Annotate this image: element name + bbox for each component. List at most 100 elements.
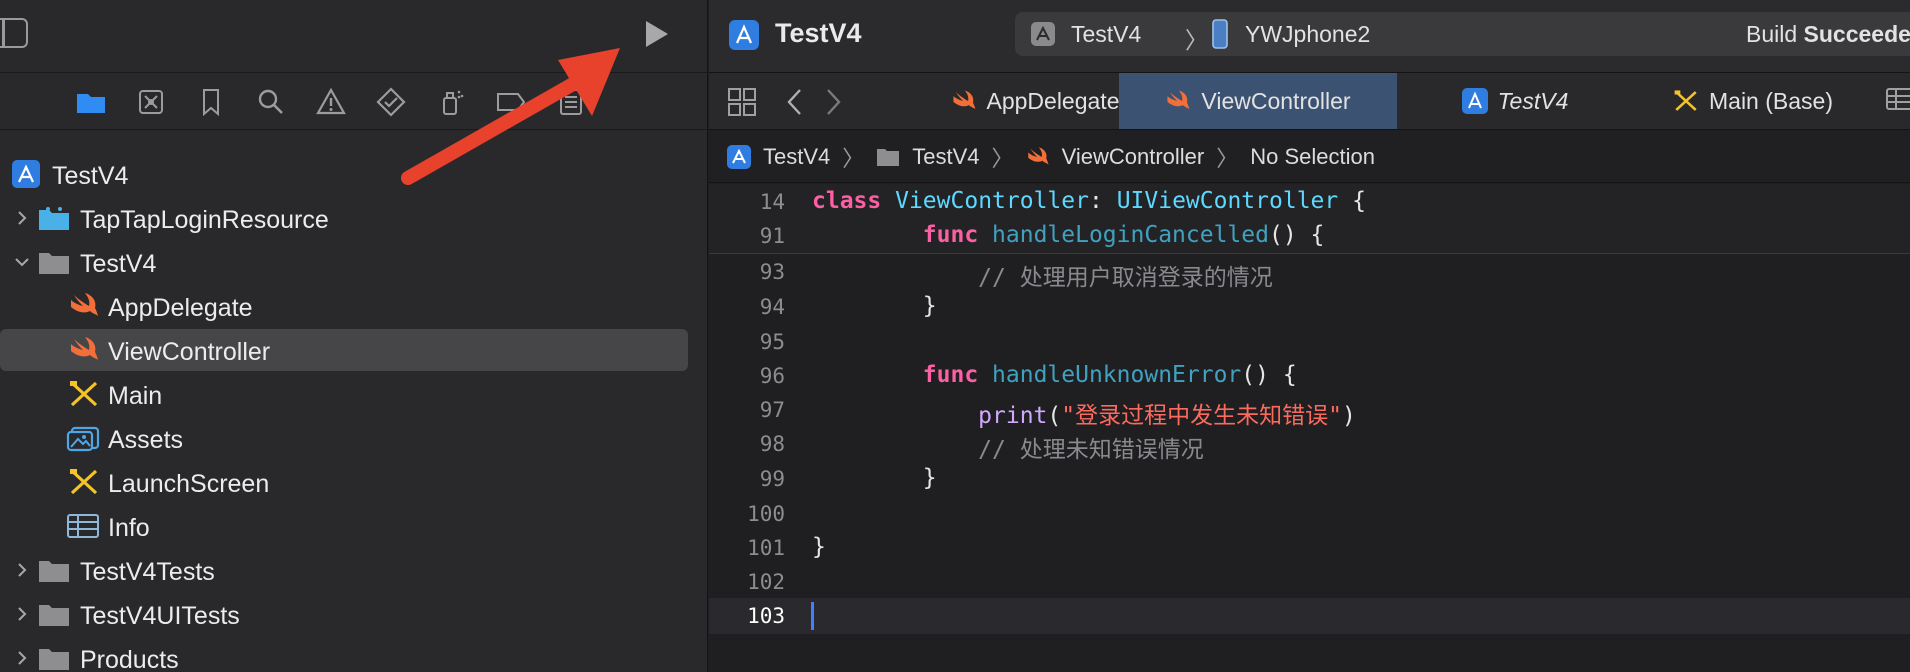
source-editor[interactable]: 14 class ViewController: UIViewControlle… [709,184,1910,672]
bookmark-icon[interactable] [194,85,228,119]
tab-label: AppDelegate [986,87,1120,114]
report-list-icon[interactable] [554,85,588,119]
breadcrumb-file[interactable]: ViewController [1026,144,1204,170]
tab-testv4-project[interactable]: TestV4 [1397,73,1633,129]
storyboard-icon [68,380,100,408]
line-number: 98 [759,432,785,456]
tree-item-label: LaunchScreen [108,470,270,498]
breadcrumb-separator: 〉 [1216,145,1239,171]
chevron-right-icon[interactable] [14,650,30,666]
chevron-right-icon[interactable] [14,606,30,622]
tree-item-appdelegate[interactable]: AppDelegate [0,284,708,328]
chevron-right-icon[interactable] [14,210,30,226]
build-status-prefix: Build [1746,21,1804,47]
search-icon[interactable] [254,85,288,119]
scheme-app-icon[interactable] [1031,22,1055,46]
iphone-device-icon [1211,18,1229,50]
swift-icon [951,88,977,114]
code-line: 99 } [709,461,1910,497]
code-line: 96 func handleUnknownError() { [709,358,1910,394]
folder-icon [38,600,70,628]
punctuation: : [1088,188,1117,214]
punctuation: } [812,534,826,560]
swift-icon [1027,146,1049,164]
related-items-grid-icon[interactable] [727,87,757,117]
window-toolbar: TestV4 TestV4 〉 YWJphone2 Build Succeede… [709,0,1910,72]
chevron-right-icon[interactable] [823,87,843,117]
storyboard-icon [1673,88,1699,114]
swift-icon [68,292,100,320]
code-line-current: 103 [709,598,1910,634]
tree-item-taptaploginresource[interactable]: TapTapLoginResource [0,196,708,240]
line-number: 97 [759,398,785,422]
punctuation: () { [1268,222,1325,248]
code-line: 98 // 处理未知错误情况 [709,426,1910,463]
tab-main-base[interactable]: Main (Base) [1633,73,1873,129]
editor-area: TestV4 TestV4 〉 YWJphone2 Build Succeede… [709,0,1910,672]
tree-item-info[interactable]: Info [0,504,708,548]
code-text: } [812,534,826,560]
function-name: handleUnknownError [992,362,1242,388]
tab-label: Main (Base) [1709,87,1833,114]
comment: // 处理未知错误情况 [978,437,1204,463]
chevron-down-icon[interactable] [14,254,30,270]
tree-item-label: TestV4 [80,250,157,278]
line-number: 99 [759,467,785,491]
run-destination-selector[interactable]: YWJphone2 [1245,21,1370,48]
sidebar-toggle-icon[interactable] [0,18,28,48]
chevron-left-icon[interactable] [785,87,805,117]
tab-label: ViewController [1201,87,1351,114]
plist-table-icon [66,512,99,540]
project-navigator: TestV4 TapTapLoginResource TestV4 AppDel… [0,0,708,672]
tree-item-testv4uitests[interactable]: TestV4UITests [0,592,708,636]
line-number: 100 [747,502,785,526]
tree-item-main[interactable]: Main [0,372,708,416]
run-button[interactable] [640,18,672,50]
breadcrumb-project[interactable]: TestV4 [727,144,830,170]
swift-icon [68,336,100,364]
source-control-icon[interactable] [134,85,168,119]
code-line: 100 [709,496,1910,532]
tree-item-label: TapTapLoginResource [80,206,329,234]
asset-catalog-icon [66,424,100,452]
punctuation: () { [1241,362,1297,388]
line-number: 94 [759,295,785,319]
play-icon [646,21,668,47]
function-name: handleLoginCancelled [992,222,1269,248]
tree-item-products[interactable]: Products [0,636,708,672]
breadcrumb-folder[interactable]: TestV4 [876,144,980,170]
line-number: 96 [759,364,785,388]
scheme-selector[interactable]: TestV4 [1071,21,1141,48]
tree-item-launchscreen[interactable]: LaunchScreen [0,460,708,504]
code-text: } [812,465,937,491]
tree-item-testv4tests[interactable]: TestV4Tests [0,548,708,592]
tree-item-assets[interactable]: Assets [0,416,708,460]
breakpoint-icon[interactable] [494,85,528,119]
code-text: class ViewController: UIViewController { [812,188,1366,214]
tree-item-testv4-folder[interactable]: TestV4 [0,240,708,284]
app-project-icon [1461,88,1488,114]
storyboard-icon [68,468,100,496]
test-diamond-icon[interactable] [374,85,408,119]
project-navigator-folder-icon[interactable] [74,85,108,119]
line-number: 102 [747,570,785,594]
type-name: ViewController [895,188,1089,214]
build-status-result: Succeeded [1803,21,1910,47]
jump-bar: TestV4 〉 TestV4 〉 ViewController 〉 No Se… [709,131,1910,183]
comment: // 处理用户取消登录的情况 [978,265,1273,291]
breadcrumb-symbol[interactable]: No Selection [1250,144,1375,170]
debug-spray-icon[interactable] [434,85,468,119]
folder-icon [877,148,900,166]
breadcrumb-separator: 〉 [991,145,1014,171]
tab-viewcontroller[interactable]: ViewController [1119,73,1397,129]
type-name: UIViewController [1116,188,1339,214]
issue-warning-icon[interactable] [314,85,348,119]
chevron-right-icon[interactable] [14,562,30,578]
tab-label: TestV4 [1497,87,1569,114]
scheme-activity-bar: TestV4 〉 YWJphone2 Build Succeeded [1015,12,1910,56]
tree-item-viewcontroller[interactable]: ViewController [0,328,708,372]
tab-overflow[interactable] [1885,73,1910,129]
code-text: // 处理用户取消登录的情况 [812,258,1273,292]
tree-item-project-testv4[interactable]: TestV4 [0,152,708,196]
line-number: 103 [747,604,785,628]
